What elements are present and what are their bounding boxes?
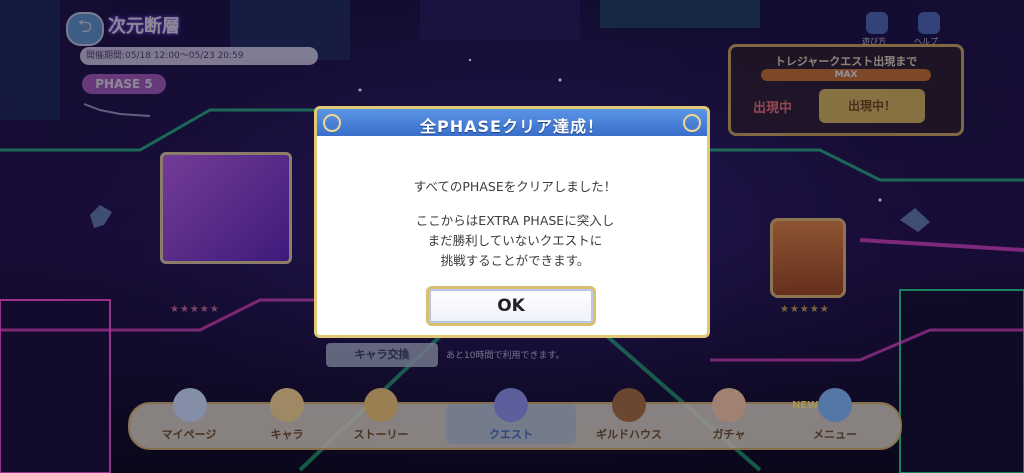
dialog-line-1: すべてのPHASEをクリアしました！ — [413, 179, 617, 194]
dialog-line-4: 挑戦することができます。 — [440, 253, 590, 268]
dialog-header: 全PHASEクリア達成！ — [314, 106, 710, 136]
dialog-line-2: ここからはEXTRA PHASEに突入し — [415, 213, 615, 228]
dialog-title: 全PHASEクリア達成！ — [420, 117, 604, 136]
phase-clear-dialog: 全PHASEクリア達成！ すべてのPHASEをクリアしました！ ここからはEXT… — [314, 106, 710, 338]
dialog-line-3: まだ勝利していないクエストに — [427, 233, 603, 248]
ok-button[interactable]: OK — [426, 286, 596, 326]
